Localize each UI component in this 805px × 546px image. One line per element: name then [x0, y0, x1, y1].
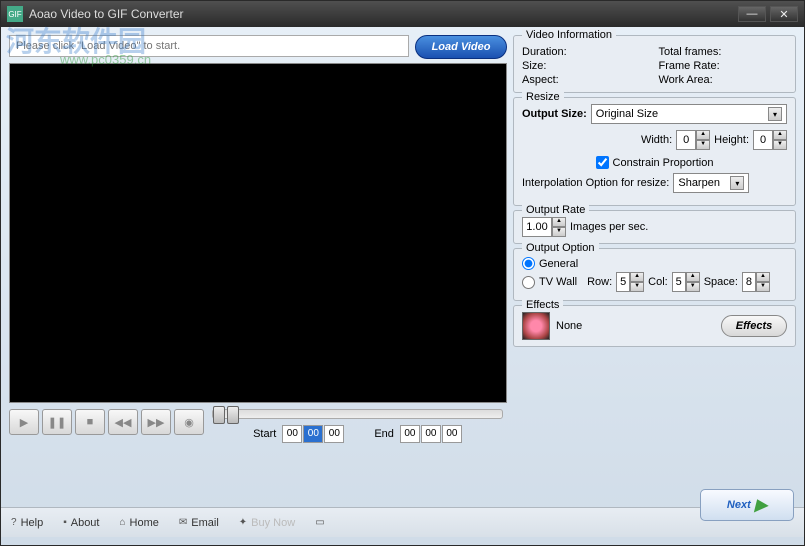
work-area-label: Work Area: [659, 74, 788, 86]
titlebar: GIF Aoao Video to GIF Converter — ✕ [1, 1, 804, 27]
effect-name: None [556, 320, 715, 332]
about-link[interactable]: ▪About [63, 517, 99, 529]
resize-group: Resize Output Size: Original Size ▾ Widt… [513, 97, 796, 206]
output-rate-group: Output Rate ▲▼ Images per sec. [513, 210, 796, 244]
load-video-button[interactable]: Load Video [415, 35, 507, 59]
video-path-input[interactable] [9, 35, 409, 57]
space-spinner[interactable]: ▲▼ [742, 272, 770, 292]
folder-link[interactable]: ▭ [315, 517, 324, 528]
size-label: Size: [522, 60, 651, 72]
minimize-button[interactable]: — [738, 6, 766, 22]
interpolation-label: Interpolation Option for resize: [522, 177, 669, 189]
row-label: Row: [587, 276, 612, 288]
constrain-proportion-checkbox[interactable] [596, 156, 609, 169]
end-label: End [374, 428, 394, 440]
general-label: General [539, 258, 578, 270]
prev-frame-button[interactable]: ◀◀ [108, 409, 138, 435]
tvwall-label: TV Wall [539, 276, 577, 288]
effect-thumbnail [522, 312, 550, 340]
tvwall-radio[interactable] [522, 276, 535, 289]
help-link[interactable]: ?Help [11, 517, 43, 529]
general-radio[interactable] [522, 257, 535, 270]
effects-button[interactable]: Effects [721, 315, 787, 337]
height-spinner[interactable]: ▲▼ [753, 130, 787, 150]
col-label: Col: [648, 276, 668, 288]
close-button[interactable]: ✕ [770, 6, 798, 22]
about-icon: ▪ [63, 517, 67, 528]
stop-button[interactable]: ■ [75, 409, 105, 435]
output-size-label: Output Size: [522, 108, 587, 120]
window-title: Aoao Video to GIF Converter [29, 7, 738, 21]
output-option-group: Output Option General TV Wall Row: ▲▼ Co… [513, 248, 796, 301]
constrain-label: Constrain Proportion [613, 157, 714, 169]
buynow-link[interactable]: ✦Buy Now [239, 517, 295, 529]
home-link[interactable]: ⌂Home [119, 517, 158, 529]
timeline-slider[interactable] [212, 409, 503, 419]
cart-icon: ✦ [239, 517, 247, 528]
output-size-combo[interactable]: Original Size ▾ [591, 104, 787, 124]
width-spinner[interactable]: ▲▼ [676, 130, 710, 150]
rate-unit-label: Images per sec. [570, 221, 648, 233]
next-frame-button[interactable]: ▶▶ [141, 409, 171, 435]
home-icon: ⌂ [119, 517, 125, 528]
chevron-down-icon: ▾ [768, 107, 782, 121]
folder-icon: ▭ [315, 517, 324, 528]
snapshot-button[interactable]: ◉ [174, 409, 204, 435]
col-spinner[interactable]: ▲▼ [672, 272, 700, 292]
pause-button[interactable]: ❚❚ [42, 409, 72, 435]
range-start-thumb[interactable] [213, 406, 225, 424]
footer: ?Help ▪About ⌂Home ✉Email ✦Buy Now ▭ Nex… [1, 507, 804, 537]
next-button[interactable]: Next▶ [700, 489, 794, 521]
arrow-right-icon: ▶ [755, 495, 767, 515]
end-time-input[interactable]: 00 00 00 [400, 425, 462, 443]
video-preview [9, 63, 507, 403]
duration-label: Duration: [522, 46, 651, 58]
height-label: Height: [714, 134, 749, 146]
interpolation-combo[interactable]: Sharpen ▾ [673, 173, 749, 193]
aspect-label: Aspect: [522, 74, 651, 86]
email-link[interactable]: ✉Email [179, 517, 219, 529]
row-spinner[interactable]: ▲▼ [616, 272, 644, 292]
video-info-group: Video Information Duration: Total frames… [513, 35, 796, 93]
help-icon: ? [11, 517, 17, 528]
start-label: Start [253, 428, 276, 440]
app-icon: GIF [7, 6, 23, 22]
start-time-input[interactable]: 00 00 00 [282, 425, 344, 443]
total-frames-label: Total frames: [659, 46, 788, 58]
width-label: Width: [641, 134, 672, 146]
chevron-down-icon: ▾ [730, 176, 744, 190]
frame-rate-label: Frame Rate: [659, 60, 788, 72]
rate-spinner[interactable]: ▲▼ [522, 217, 566, 237]
range-end-thumb[interactable] [227, 406, 239, 424]
space-label: Space: [704, 276, 738, 288]
effects-group: Effects None Effects [513, 305, 796, 347]
email-icon: ✉ [179, 517, 187, 528]
play-button[interactable]: ▶ [9, 409, 39, 435]
